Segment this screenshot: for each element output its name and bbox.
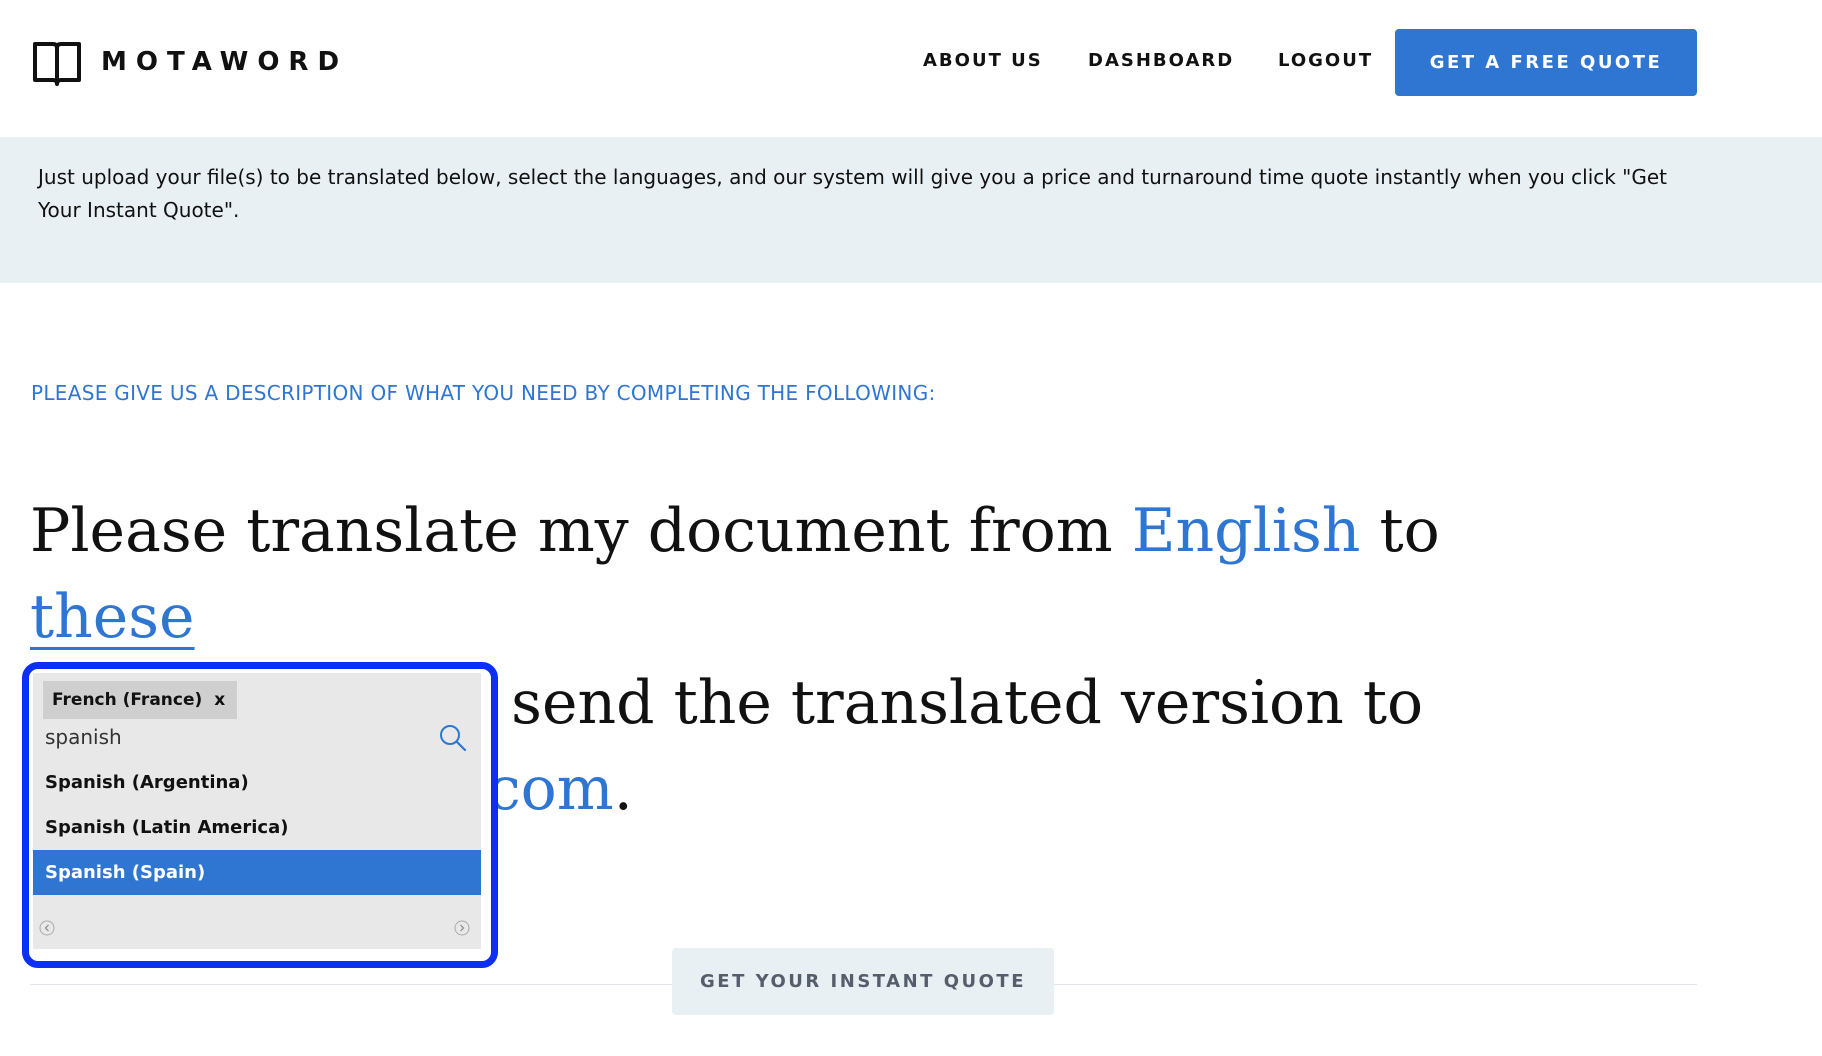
nav-dashboard[interactable]: DASHBOARD: [1088, 50, 1234, 71]
tag-label: French (France): [52, 690, 203, 710]
get-free-quote-button[interactable]: GET A FREE QUOTE: [1395, 29, 1697, 96]
site-header: MOTAWORD ABOUT US DASHBOARD LOGOUT GET A…: [0, 0, 1822, 136]
open-book-icon: [33, 42, 81, 86]
form-subheading: PLEASE GIVE US A DESCRIPTION OF WHAT YOU…: [31, 381, 936, 405]
chevron-right-icon[interactable]: [454, 920, 470, 936]
chevron-left-icon[interactable]: [39, 920, 55, 936]
nav-about-us[interactable]: ABOUT US: [923, 50, 1043, 71]
search-icon[interactable]: [438, 723, 468, 753]
nav-logout[interactable]: LOGOUT: [1278, 50, 1373, 71]
banner-text: Just upload your file(s) to be translate…: [38, 165, 1668, 222]
sentence-text: , and send the translated version to: [341, 668, 1424, 738]
target-languages-link[interactable]: these: [30, 582, 195, 652]
language-search-input[interactable]: spanish: [45, 725, 122, 749]
remove-tag-button[interactable]: x: [214, 690, 225, 710]
sentence-text: Please translate my document from: [30, 496, 1132, 566]
logo[interactable]: MOTAWORD: [31, 38, 348, 86]
sentence-text: to: [1360, 496, 1440, 566]
get-instant-quote-button[interactable]: GET YOUR INSTANT QUOTE: [672, 948, 1054, 1015]
sentence-period: .: [613, 754, 633, 824]
language-option[interactable]: Spanish (Argentina): [33, 760, 481, 805]
info-banner: Just upload your file(s) to be translate…: [0, 137, 1822, 283]
language-dropdown[interactable]: French (France) x spanish Spanish (Argen…: [33, 673, 481, 949]
language-option-highlighted[interactable]: Spanish (Spain): [33, 850, 481, 895]
selected-language-tag: French (France) x: [43, 681, 238, 719]
language-option[interactable]: Spanish (Latin America): [33, 805, 481, 850]
source-language-link[interactable]: English: [1132, 496, 1361, 566]
logo-text: MOTAWORD: [101, 47, 349, 77]
